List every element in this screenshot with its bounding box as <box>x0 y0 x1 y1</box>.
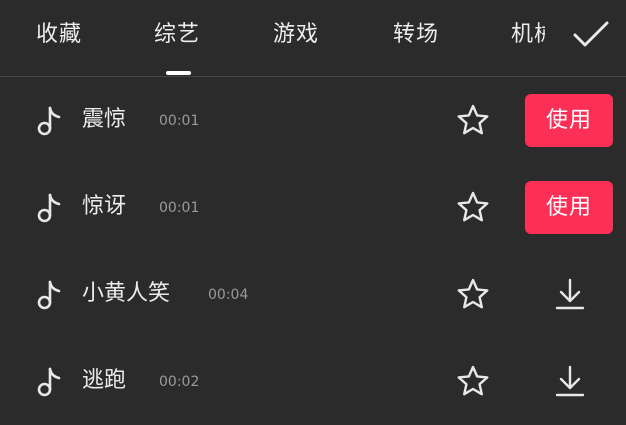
category-tab-bar: 收藏 综艺 游戏 转场 机械 <box>0 0 626 77</box>
download-icon[interactable] <box>553 277 587 311</box>
list-item[interactable]: 逃跑 00:02 <box>0 338 626 425</box>
list-item[interactable]: 震惊 00:01 使用 <box>0 77 626 164</box>
music-note-icon <box>37 367 61 397</box>
star-icon[interactable] <box>456 104 490 136</box>
star-icon[interactable] <box>456 365 490 397</box>
tab-favorites[interactable]: 收藏 <box>36 19 82 51</box>
star-icon[interactable] <box>456 191 490 223</box>
sound-duration: 00:01 <box>159 113 200 129</box>
tab-games[interactable]: 游戏 <box>273 19 319 51</box>
tab-variety[interactable]: 综艺 <box>154 19 200 51</box>
use-button[interactable]: 使用 <box>525 181 613 234</box>
category-tabs: 收藏 综艺 游戏 转场 机械 <box>0 0 545 76</box>
list-item[interactable]: 惊讶 00:01 使用 <box>0 164 626 251</box>
sound-title: 震惊 <box>82 107 127 132</box>
sound-title: 逃跑 <box>82 368 127 393</box>
list-item[interactable]: 小黄人笑 00:04 <box>0 251 626 338</box>
active-tab-indicator <box>166 71 191 75</box>
download-icon[interactable] <box>553 364 587 398</box>
tab-transitions[interactable]: 转场 <box>393 19 439 51</box>
sound-title: 惊讶 <box>82 194 127 219</box>
star-icon[interactable] <box>456 278 490 310</box>
sound-duration: 00:02 <box>159 374 200 390</box>
music-note-icon <box>37 280 61 310</box>
confirm-button[interactable] <box>572 19 610 51</box>
use-button[interactable]: 使用 <box>525 94 613 147</box>
sound-duration: 00:01 <box>159 200 200 216</box>
music-note-icon <box>37 106 61 136</box>
tab-mechanical[interactable]: 机械 <box>511 19 545 51</box>
sound-effect-list: 震惊 00:01 使用 惊讶 00:01 使用 小黄人笑 00:04 逃跑 00… <box>0 77 626 400</box>
sound-duration: 00:04 <box>208 287 249 303</box>
sound-title: 小黄人笑 <box>82 281 171 306</box>
checkmark-icon <box>573 21 609 47</box>
music-note-icon <box>37 193 61 223</box>
